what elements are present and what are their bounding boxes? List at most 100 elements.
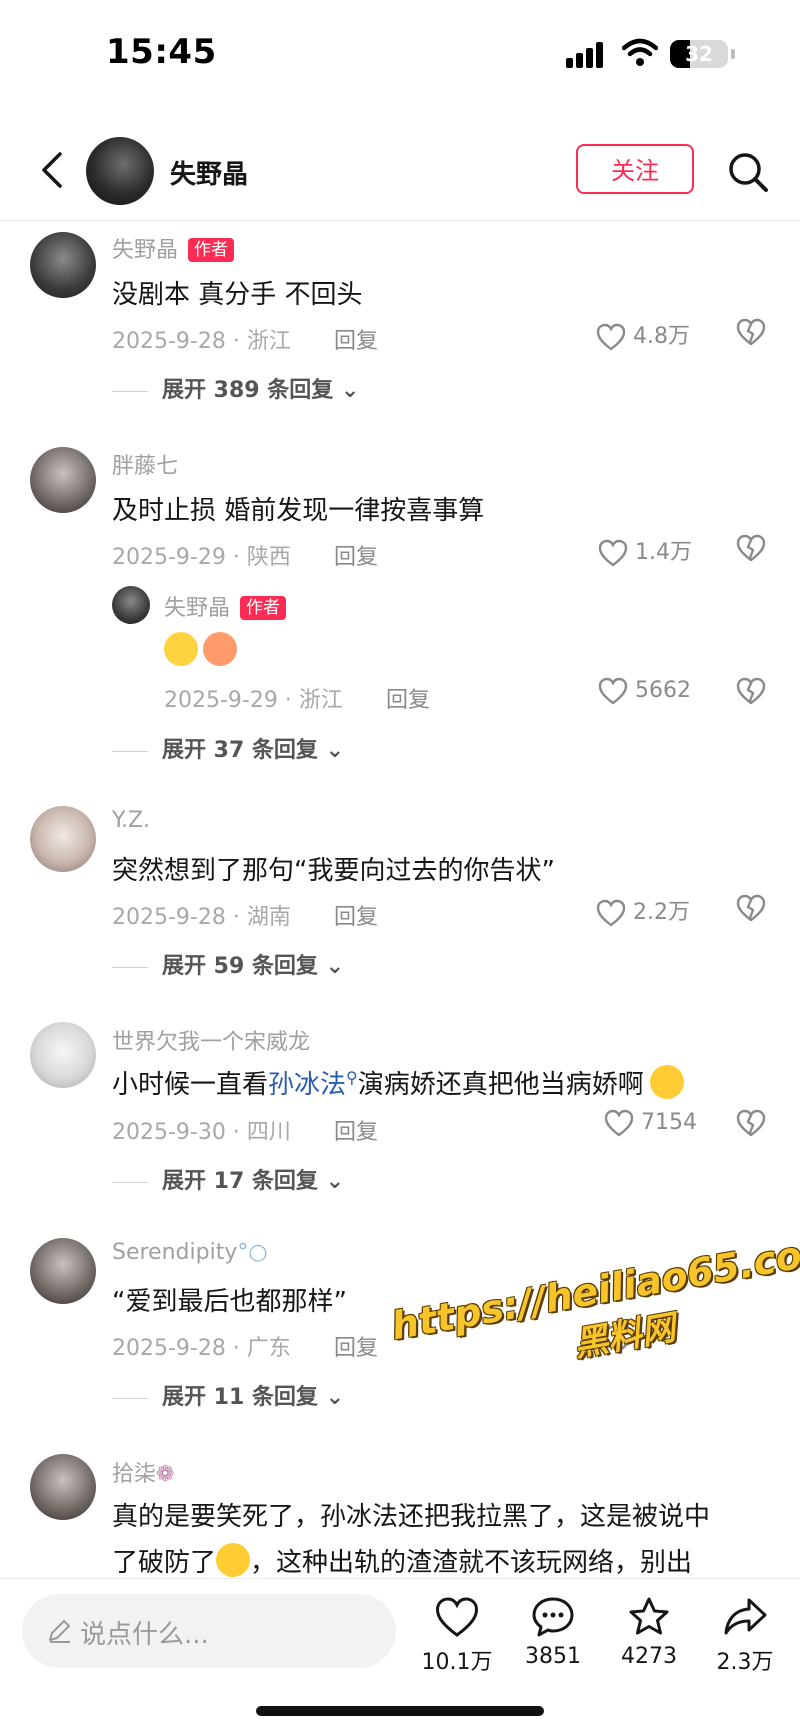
- candy-icon: ❁: [156, 1462, 175, 1487]
- comment-username[interactable]: Serendipity°○: [112, 1240, 268, 1265]
- home-indicator[interactable]: [256, 1706, 544, 1716]
- reply-avatar[interactable]: [112, 586, 150, 624]
- like-count: 1.4万: [635, 540, 692, 565]
- reply-button[interactable]: 回复: [334, 899, 378, 931]
- battery-level: 32: [685, 42, 713, 66]
- expand-label: 展开 59 条回复: [162, 954, 318, 979]
- video-like-count: 10.1万: [421, 1650, 493, 1675]
- hug-emoji-icon: [203, 632, 238, 666]
- expand-label: 展开 17 条回复: [162, 1169, 318, 1194]
- like-count: 7154: [641, 1110, 697, 1135]
- comment-bubble-icon: [532, 1597, 574, 1637]
- username-text: 失野晶: [164, 596, 231, 621]
- comment-input-placeholder: 说点什么...: [80, 1620, 209, 1650]
- username-text: Serendipity: [112, 1240, 238, 1265]
- commenter-avatar[interactable]: [30, 447, 96, 513]
- search-link[interactable]: 孙冰法: [268, 1070, 346, 1100]
- pen-icon: [49, 1620, 70, 1643]
- heart-icon: [435, 1597, 479, 1637]
- link-search-icon: ⚲: [346, 1068, 358, 1087]
- heart-icon: [604, 1109, 634, 1137]
- like-button[interactable]: 2.2万: [596, 894, 690, 927]
- expand-label: 展开 37 条回复: [162, 738, 318, 763]
- wifi-icon: [622, 38, 658, 66]
- comment-meta: 2025-9-29 · 陕西: [112, 545, 291, 570]
- like-button[interactable]: 1.4万: [598, 534, 692, 567]
- comments-button[interactable]: 3851: [508, 1596, 598, 1669]
- comment-text-line: 真的是要笑死了，孙冰法还把我拉黑了，这是被说中: [112, 1502, 711, 1532]
- comment-meta: 2025-9-28 · 广东: [112, 1336, 291, 1361]
- commenter-avatar[interactable]: [30, 806, 96, 872]
- dislike-icon[interactable]: [736, 318, 766, 346]
- comment-text: “爱到最后也都那样”: [112, 1287, 347, 1317]
- reply-button[interactable]: 回复: [334, 323, 378, 355]
- dislike-icon[interactable]: [736, 677, 766, 705]
- heart-icon: [596, 323, 626, 351]
- comment-username[interactable]: 失野晶 作者: [112, 232, 235, 264]
- battery-icon: 32: [670, 40, 728, 68]
- divider-line: [112, 1181, 148, 1183]
- dislike-icon[interactable]: [736, 1109, 766, 1137]
- comment-text: 没剧本 真分手 不回头: [112, 280, 363, 310]
- expand-replies[interactable]: 展开 59 条回复 ⌄: [112, 948, 344, 980]
- reply-button[interactable]: 回复: [334, 1114, 378, 1146]
- like-video-button[interactable]: 10.1万: [412, 1596, 502, 1676]
- comment-text-line: 了破防了 ，这种出轨的渣渣就不该玩网络，别出: [112, 1542, 692, 1579]
- favorite-button[interactable]: 4273: [604, 1596, 694, 1669]
- expand-replies[interactable]: 展开 37 条回复 ⌄: [112, 732, 344, 764]
- chevron-down-icon: ⌄: [325, 954, 345, 979]
- expand-label: 展开 11 条回复: [162, 1385, 318, 1410]
- like-button[interactable]: 7154: [604, 1109, 697, 1137]
- comment-username[interactable]: Y.Z.: [112, 808, 150, 833]
- chevron-down-icon: ⌄: [325, 738, 345, 763]
- commenter-avatar[interactable]: [30, 1454, 96, 1520]
- back-arrow-icon[interactable]: [34, 150, 74, 190]
- expand-replies[interactable]: 展开 17 条回复 ⌄: [112, 1163, 344, 1195]
- text-segment: 小时候一直看: [112, 1070, 269, 1100]
- text-segment: 了破防了: [112, 1548, 217, 1578]
- reply-button[interactable]: 回复: [334, 1330, 378, 1362]
- like-button[interactable]: 5662: [598, 677, 691, 705]
- like-count: 4.8万: [633, 324, 690, 349]
- comment-username[interactable]: 世界欠我一个宋威龙: [112, 1024, 310, 1056]
- star-icon: [629, 1597, 669, 1635]
- commenter-avatar[interactable]: [30, 1022, 96, 1088]
- username-text: 拾柒: [112, 1462, 157, 1487]
- watermark-overlay: https://heiliao65.com 黑料网: [388, 1226, 800, 1397]
- share-button[interactable]: 2.3万: [700, 1596, 790, 1676]
- comment-text: 突然想到了那句“我要向过去的你告状”: [112, 856, 555, 886]
- heart-icon: [598, 539, 628, 567]
- expand-replies[interactable]: 展开 11 条回复 ⌄: [112, 1379, 344, 1411]
- status-time: 15:45: [106, 32, 217, 72]
- heart-icon: [598, 677, 628, 705]
- comment-username[interactable]: 胖藤七: [112, 448, 178, 480]
- search-icon[interactable]: [726, 150, 770, 194]
- expand-replies[interactable]: 展开 389 条回复 ⌄: [112, 372, 359, 404]
- author-tag: 作者: [240, 596, 287, 620]
- reply-button[interactable]: 回复: [334, 539, 378, 571]
- like-count: 5662: [635, 678, 691, 703]
- bubbles-icon: °○: [237, 1240, 268, 1265]
- grin-emoji-icon: [649, 1065, 684, 1099]
- comment-username[interactable]: 拾柒❁: [112, 1456, 174, 1488]
- comment-text: 小时候一直看孙冰法⚲演病娇还真把他当病娇啊: [112, 1064, 684, 1101]
- comment-input[interactable]: 说点什么...: [22, 1594, 396, 1668]
- share-arrow-icon: [724, 1598, 767, 1635]
- reply-username[interactable]: 失野晶 作者: [164, 590, 287, 622]
- dislike-icon[interactable]: [736, 894, 766, 922]
- commenter-avatar[interactable]: [30, 1238, 96, 1304]
- divider-line: [112, 750, 148, 752]
- comment-meta: 2025-9-30 · 四川: [112, 1120, 291, 1145]
- dislike-icon[interactable]: [736, 534, 766, 562]
- commenter-avatar[interactable]: [30, 232, 96, 298]
- author-avatar[interactable]: [86, 137, 154, 205]
- grin-emoji-icon: [216, 1543, 251, 1577]
- battery-cap: [731, 49, 735, 59]
- text-segment: ，这种出轨的渣渣就不该玩网络，别出: [250, 1548, 693, 1578]
- divider-line: [112, 390, 148, 392]
- follow-button[interactable]: 关注: [576, 144, 694, 194]
- reply-button[interactable]: 回复: [386, 682, 430, 714]
- text-segment: 演病娇还真把他当病娇啊: [357, 1070, 644, 1100]
- author-name[interactable]: 失野晶: [170, 154, 248, 191]
- like-button[interactable]: 4.8万: [596, 318, 690, 351]
